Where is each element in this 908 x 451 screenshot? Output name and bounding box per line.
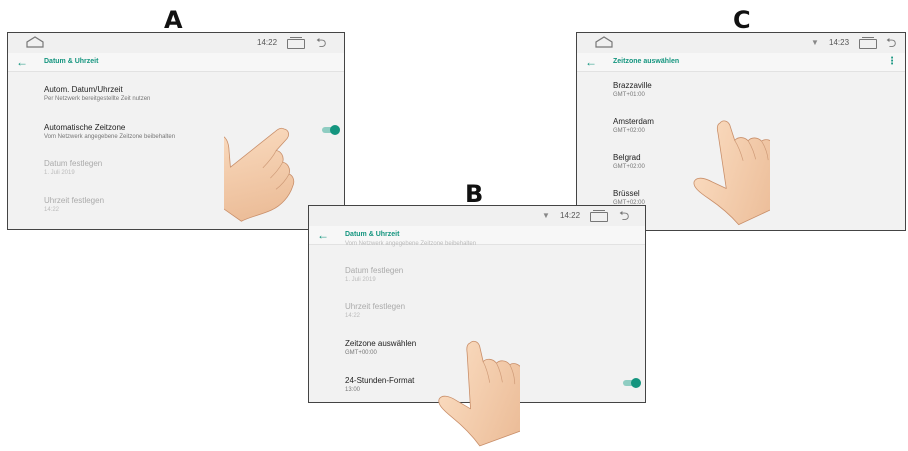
item-title: Autom. Datum/Uhrzeit [44, 85, 123, 94]
status-bar: ▼ 14:23 ⮌ [577, 33, 905, 54]
status-bar: 14:22 ⮌ [8, 33, 344, 54]
timezone-item[interactable]: Brazzaville GMT+01:00 [613, 81, 652, 100]
item-summary: 14:22 [44, 207, 60, 213]
item-title: Datum festlegen [44, 159, 103, 168]
back-nav-icon[interactable]: ⮌ [316, 36, 326, 50]
back-nav-icon[interactable]: ⮌ [886, 36, 896, 50]
item-summary: Vom Netzwerk angegebene Zeitzone beibeha… [44, 134, 176, 140]
toggle-knob [631, 378, 641, 388]
item-summary: 1. Juli 2019 [345, 277, 376, 283]
list-item: Datum festlegen 1. Juli 2019 [44, 159, 102, 178]
list-item[interactable]: Zeitzone auswählen GMT+00:00 [345, 339, 416, 358]
item-summary: Per Netzwerk bereitgestellte Zeit nutzen [44, 96, 151, 102]
back-arrow-icon[interactable]: ← [16, 54, 28, 70]
timezone-name: Belgrad [613, 153, 641, 162]
pointing-hand-icon [224, 124, 319, 234]
item-title: Uhrzeit festlegen [345, 302, 406, 311]
wifi-icon: ▼ [811, 38, 819, 47]
item-title: Datum festlegen [345, 266, 404, 275]
timezone-item[interactable]: Amsterdam GMT+02:00 [613, 117, 654, 136]
list-item: Vom Netzwerk angegebene Zeitzone beibeha… [345, 240, 476, 249]
item-summary: Vom Netzwerk angegebene Zeitzone beibeha… [345, 241, 477, 247]
app-bar: ← Datum & Uhrzeit [8, 53, 344, 72]
label-c: C [733, 6, 751, 34]
recent-apps-icon[interactable] [590, 210, 608, 222]
label-b: B [465, 180, 484, 208]
recent-apps-icon[interactable] [287, 37, 305, 49]
list-item[interactable]: Autom. Datum/Uhrzeit Per Netzwerk bereit… [44, 85, 150, 104]
recent-apps-icon[interactable] [859, 37, 877, 49]
status-time: 14:22 [257, 38, 278, 47]
status-time: 14:23 [829, 38, 850, 47]
app-bar: ← Zeitzone auswählen ⋮ [577, 53, 905, 72]
timezone-offset: GMT+01:00 [613, 92, 645, 98]
item-title: 24-Stunden-Format [345, 376, 415, 385]
list-item[interactable]: 24-Stunden-Format 13:00 [345, 376, 414, 395]
item-title: Automatische Zeitzone [44, 123, 126, 132]
24h-format-toggle[interactable] [621, 378, 641, 388]
list-item: Datum festlegen 1. Juli 2019 [345, 266, 403, 285]
back-nav-icon[interactable]: ⮌ [619, 209, 629, 223]
list-item: Uhrzeit festlegen 14:22 [44, 196, 104, 215]
timezone-name: Amsterdam [613, 117, 654, 126]
home-icon[interactable] [595, 36, 613, 48]
list-item: Uhrzeit festlegen 14:22 [345, 302, 405, 321]
status-bar: ▼ 14:22 ⮌ [309, 206, 645, 227]
item-summary: 13:00 [345, 387, 361, 393]
timezone-item[interactable]: Belgrad GMT+02:00 [613, 153, 645, 172]
back-arrow-icon[interactable]: ← [585, 54, 597, 70]
timezone-offset: GMT+02:00 [613, 164, 645, 170]
pointing-hand-icon [674, 118, 770, 228]
overflow-menu-icon[interactable]: ⋮ [887, 55, 897, 69]
item-title: Uhrzeit festlegen [44, 196, 105, 205]
timezone-name: Brazzaville [613, 81, 652, 90]
timezone-name: Brüssel [613, 189, 640, 198]
item-title: Zeitzone auswählen [345, 339, 417, 348]
home-icon[interactable] [26, 36, 44, 48]
pointing-hand-icon [422, 338, 520, 448]
page-title: Datum & Uhrzeit [44, 58, 99, 65]
timezone-offset: GMT+02:00 [613, 128, 645, 134]
page-title: Zeitzone auswählen [613, 58, 680, 65]
page-title: Datum & Uhrzeit [345, 231, 400, 238]
item-summary: 14:22 [345, 313, 361, 319]
item-summary: GMT+00:00 [345, 350, 377, 356]
list-item[interactable]: Automatische Zeitzone Vom Netzwerk angeg… [44, 123, 175, 142]
wifi-icon: ▼ [542, 211, 550, 220]
item-summary: 1. Juli 2019 [44, 170, 75, 176]
label-a: A [164, 6, 183, 34]
status-time: 14:22 [560, 211, 581, 220]
